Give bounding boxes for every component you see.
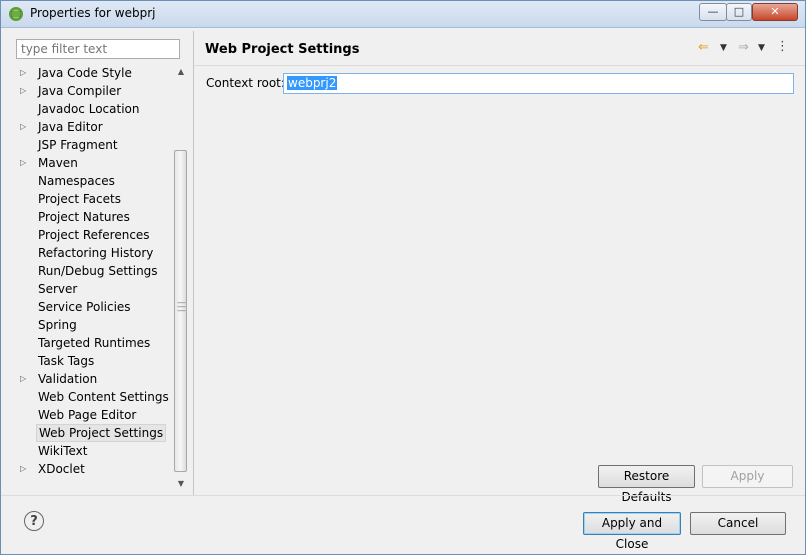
left-pane: ▷ Java Code Style ▷ Java Compiler Javadoc … xyxy=(7,31,189,497)
tree-item-label: JSP Fragment xyxy=(38,138,118,152)
properties-dialog: Properties for webprj — □ ✕ ▷ Java Code S… xyxy=(0,0,806,555)
tree-item-label: Java Compiler xyxy=(38,84,122,98)
filter-input[interactable] xyxy=(16,39,180,59)
tree-item-label: Web Page Editor xyxy=(38,408,137,422)
tree-item-label: Run/Debug Settings xyxy=(38,264,158,278)
tree-item-label: Project Facets xyxy=(38,192,121,206)
tree-item-label: XDoclet xyxy=(38,462,85,476)
help-icon[interactable]: ? xyxy=(24,511,44,531)
title-bar[interactable]: Properties for webprj — □ ✕ xyxy=(1,1,805,28)
tree-item-label: Service Policies xyxy=(38,300,131,314)
tree-item-label: Javadoc Location xyxy=(38,102,140,116)
tree-item-label: WikiText xyxy=(38,444,88,458)
restore-defaults-button[interactable]: Restore Defaults xyxy=(598,465,695,504)
tree-scrollbar[interactable]: ▲ — — — ▼ xyxy=(173,64,189,492)
expand-arrow-icon[interactable]: ▷ xyxy=(20,82,26,100)
expand-arrow-icon[interactable]: ▷ xyxy=(20,118,26,136)
kebab-menu-icon[interactable]: ⋮ xyxy=(776,39,789,54)
cancel-button[interactable]: Cancel xyxy=(690,512,786,535)
tree-item-label: Server xyxy=(38,282,78,296)
minimize-button[interactable]: — xyxy=(699,3,727,21)
tree-item-label: Validation xyxy=(38,372,98,386)
tree-item-label: Maven xyxy=(38,156,78,170)
expand-arrow-icon[interactable]: ▷ xyxy=(20,64,26,82)
tree-item-label: Java Editor xyxy=(38,120,103,134)
tree-item-label: Project Natures xyxy=(38,210,130,224)
scroll-up-arrow-icon[interactable]: ▲ xyxy=(173,64,189,80)
tree-item-label: Refactoring History xyxy=(38,246,154,260)
scroll-thumb[interactable]: — — — xyxy=(174,150,187,472)
tree-item-label: Web Content Settings xyxy=(38,390,169,404)
arrow-left-icon[interactable]: ⇐ xyxy=(698,40,709,55)
expand-arrow-icon[interactable]: ▷ xyxy=(20,460,26,478)
close-button[interactable]: ✕ xyxy=(752,3,798,21)
grip-icon: — — — xyxy=(177,298,186,316)
tree-item-label: Spring xyxy=(38,318,77,332)
window-title: Properties for webprj xyxy=(30,6,156,20)
tree-item-label: Java Code Style xyxy=(38,66,132,80)
context-root-input[interactable]: webprj2 xyxy=(283,73,794,94)
page-title: Web Project Settings xyxy=(205,42,360,57)
arrow-right-icon[interactable]: ⇒ xyxy=(738,40,749,55)
tree-item-label: Namespaces xyxy=(38,174,115,188)
expand-arrow-icon[interactable]: ▷ xyxy=(20,154,26,172)
chevron-down-icon[interactable]: ▼ xyxy=(758,43,765,53)
maximize-button[interactable]: □ xyxy=(726,3,752,21)
tree-item-label: Web Project Settings xyxy=(36,424,167,442)
tree-item-label: Targeted Runtimes xyxy=(38,336,151,350)
apply-button[interactable]: Apply xyxy=(702,465,793,488)
chevron-down-icon[interactable]: ▼ xyxy=(720,43,727,53)
expand-arrow-icon[interactable]: ▷ xyxy=(20,370,26,388)
header-divider xyxy=(194,65,805,66)
context-root-value: webprj2 xyxy=(287,76,338,90)
footer-divider xyxy=(1,495,805,496)
eclipse-icon xyxy=(9,7,23,21)
tree-item-label: Project References xyxy=(38,228,150,242)
context-root-label: Context root: xyxy=(206,76,285,90)
property-tree: ▷ Java Code Style ▷ Java Compiler Javadoc … xyxy=(16,64,172,492)
property-page: Web Project Settings ⇐ ▼ ⇒ ▼ ⋮ Context r… xyxy=(194,31,805,504)
tree-item-label: Task Tags xyxy=(38,354,95,368)
apply-and-close-button[interactable]: Apply and Close xyxy=(583,512,681,551)
scroll-down-arrow-icon[interactable]: ▼ xyxy=(173,476,189,492)
